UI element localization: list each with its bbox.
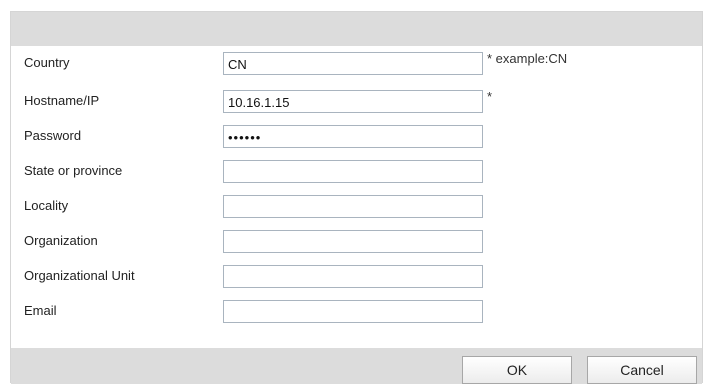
- country-label: Country: [24, 55, 70, 70]
- country-input[interactable]: [223, 52, 483, 75]
- form-row-hostname: Hostname/IP *: [11, 84, 702, 118]
- locality-label: Locality: [24, 198, 69, 213]
- form-row-password: Password: [11, 119, 702, 153]
- password-input[interactable]: [223, 125, 483, 148]
- state-label: State or province: [24, 163, 123, 178]
- form-row-organizational-unit: Organizational Unit: [11, 259, 702, 293]
- form-row-state: State or province: [11, 154, 702, 188]
- form-row-country: Country * example:CN: [11, 46, 702, 80]
- form-row-locality: Locality: [11, 189, 702, 223]
- organization-input[interactable]: [223, 230, 483, 253]
- organization-label: Organization: [24, 233, 98, 248]
- hostname-input[interactable]: [223, 90, 483, 113]
- locality-input[interactable]: [223, 195, 483, 218]
- cancel-button[interactable]: Cancel: [587, 356, 697, 384]
- country-hint: * example:CN: [487, 51, 568, 66]
- state-input[interactable]: [223, 160, 483, 183]
- form-row-organization: Organization: [11, 224, 702, 258]
- ok-button[interactable]: OK: [462, 356, 572, 384]
- hostname-hint: *: [487, 89, 493, 104]
- password-label: Password: [24, 128, 82, 143]
- email-input[interactable]: [223, 300, 483, 323]
- dialog-button-bar: OK Cancel: [11, 348, 702, 384]
- organizational-unit-input[interactable]: [223, 265, 483, 288]
- certificate-dialog: Country * example:CN Hostname/IP * Passw…: [10, 11, 703, 384]
- organizational-unit-label: Organizational Unit: [24, 268, 135, 283]
- dialog-title-bar[interactable]: [11, 12, 702, 46]
- email-label: Email: [24, 303, 57, 318]
- hostname-label: Hostname/IP: [24, 93, 100, 108]
- form-row-email: Email: [11, 294, 702, 328]
